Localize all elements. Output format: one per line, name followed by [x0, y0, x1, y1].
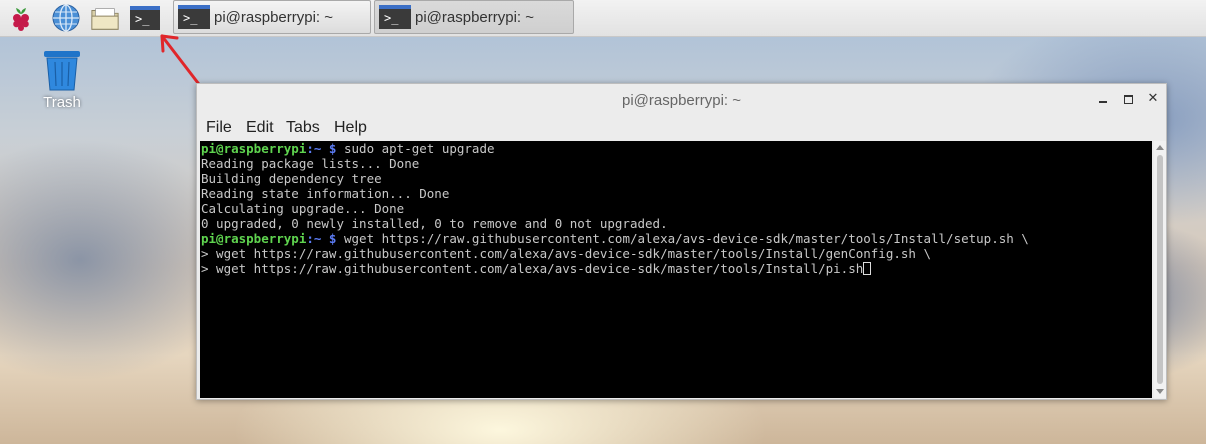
terminal-line: pi@raspberrypi:~ $ wget https://raw.gith…: [201, 231, 1029, 246]
maximize-icon: [1123, 95, 1133, 104]
close-button[interactable]: ✕: [1145, 90, 1161, 108]
menu-tabs[interactable]: Tabs: [286, 119, 320, 137]
taskbar-window-button-2[interactable]: >_ pi@raspberrypi: ~: [374, 0, 574, 34]
terminal-output[interactable]: pi@raspberrypi:~ $ sudo apt-get upgrade …: [200, 141, 1152, 398]
window-titlebar[interactable]: pi@raspberrypi: ~ ✕: [197, 84, 1166, 116]
terminal-line: pi@raspberrypi:~ $ sudo apt-get upgrade: [201, 141, 495, 156]
menu-help[interactable]: Help: [334, 119, 367, 137]
scroll-up-arrow-icon[interactable]: [1156, 145, 1164, 150]
menu-file[interactable]: File: [206, 119, 232, 137]
terminal-line: Calculating upgrade... Done: [201, 201, 405, 216]
scrollbar-thumb[interactable]: [1157, 155, 1163, 384]
web-browser-icon[interactable]: [51, 3, 81, 33]
trash-desktop-icon[interactable]: Trash: [34, 48, 90, 111]
minimize-button[interactable]: [1095, 90, 1111, 108]
trash-label: Trash: [43, 94, 81, 111]
trash-icon: [44, 51, 80, 91]
menu-bar: File Edit Tabs Help: [197, 116, 1166, 142]
terminal-line: Reading state information... Done: [201, 186, 450, 201]
terminal-line: > wget https://raw.githubusercontent.com…: [201, 246, 931, 261]
terminal-icon: >_: [379, 5, 411, 29]
menu-edit[interactable]: Edit: [246, 119, 274, 137]
maximize-button[interactable]: [1120, 90, 1136, 108]
terminal-line: Reading package lists... Done: [201, 156, 420, 171]
text-cursor: [863, 262, 872, 275]
terminal-line: Building dependency tree: [201, 171, 382, 186]
terminal-scrollbar[interactable]: [1154, 141, 1166, 398]
taskbar-window-label: pi@raspberrypi: ~: [415, 8, 535, 26]
close-icon: ✕: [1147, 91, 1159, 106]
terminal-line: 0 upgraded, 0 newly installed, 0 to remo…: [201, 216, 668, 231]
window-title: pi@raspberrypi: ~: [621, 92, 742, 109]
minimize-icon: [1099, 91, 1107, 103]
terminal-line: > wget https://raw.githubusercontent.com…: [200, 261, 1152, 276]
file-manager-icon[interactable]: [90, 3, 120, 33]
raspberry-menu-icon[interactable]: [6, 3, 36, 33]
scroll-down-arrow-icon[interactable]: [1156, 389, 1164, 394]
terminal-window: pi@raspberrypi: ~ ✕ File Edit Tabs Help …: [196, 83, 1167, 400]
taskbar-window-label: pi@raspberrypi: ~: [214, 8, 334, 26]
